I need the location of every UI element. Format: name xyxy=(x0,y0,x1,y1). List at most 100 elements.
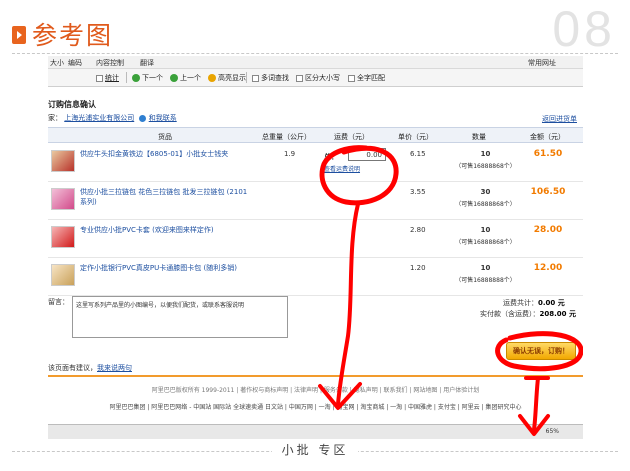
find-close-label: 统计 xyxy=(105,74,119,82)
browser-screenshot: 大小 编码 内容控制 翻译 常用网址 统计 下一个 上一个 高亮显示 多词查找 … xyxy=(48,56,583,439)
browser-status-bar: 65% xyxy=(48,424,583,439)
footer-divider xyxy=(48,375,583,377)
menu-translate[interactable]: 翻译 xyxy=(140,58,154,68)
col-quantity: 数量 xyxy=(472,133,486,141)
find-close-button[interactable]: 统计 xyxy=(96,73,119,83)
table-row: 供应小批三拉链包 花色三拉链包 批发三拉链包 (2101系列) 3.55 30 … xyxy=(48,182,583,220)
product-amount: 106.50 xyxy=(530,187,566,197)
multi-find-label: 多词查找 xyxy=(261,74,289,82)
menu-encoding[interactable]: 编码 xyxy=(68,58,82,68)
menu-favorites[interactable]: 常用网址 xyxy=(528,58,556,68)
menu-content-control[interactable]: 内容控制 xyxy=(96,58,124,68)
pay-total-value: 208.00 元 xyxy=(539,310,576,318)
feedback-row: 该页面有建议，我来说两句 xyxy=(48,363,132,373)
table-header: 货品 总重量（公斤） 运费（元） 单价（元） 数量 金额（元） xyxy=(48,127,583,143)
freight-total: 运费共计：0.00 元 xyxy=(503,298,565,308)
product-qty: 10 xyxy=(480,226,491,234)
case-toggle[interactable]: 区分大小写 xyxy=(296,73,340,83)
group-links[interactable]: 阿里巴巴集团 | 阿里巴巴网络 - 中国站 国际站 全球速卖通 日文站 | 中国… xyxy=(48,402,583,411)
product-link[interactable]: 定作小批银行PVC真皮PU卡通膝图卡包 (随利多销) xyxy=(80,263,250,273)
highlight-button[interactable]: 高亮显示 xyxy=(208,73,246,83)
arrow-down-icon xyxy=(132,74,140,82)
feedback-label: 该页面有建议， xyxy=(48,364,97,372)
col-product: 货品 xyxy=(158,133,172,141)
seller-label: 家： xyxy=(48,114,62,122)
product-available: （可售16888868个） xyxy=(455,163,516,170)
highlight-label: 高亮显示 xyxy=(218,74,246,82)
find-next-button[interactable]: 下一个 xyxy=(132,73,163,83)
freight-label: 总： xyxy=(324,153,338,161)
product-qty: 10 xyxy=(480,150,491,158)
find-next-label: 下一个 xyxy=(142,74,163,82)
confirm-order-button[interactable]: 确认无误，订购！ xyxy=(506,342,576,360)
product-weight: 1.9 xyxy=(284,150,296,158)
pay-total: 实付款（含运费）：208.00 元 xyxy=(480,309,576,319)
checkbox-icon xyxy=(96,74,103,82)
whole-word-label: 全字匹配 xyxy=(357,74,385,82)
separator xyxy=(246,72,247,83)
freight-total-value: 0.00 元 xyxy=(538,299,565,307)
checkbox-icon xyxy=(348,74,355,82)
seller-link[interactable]: 上海光浦实业有限公司 xyxy=(64,114,134,122)
table-row: 专业供应小批PVC卡套 (欢迎来图来样定作) 2.80 10 （可售168888… xyxy=(48,220,583,258)
product-link[interactable]: 供应小批三拉链包 花色三拉链包 批发三拉链包 (2101系列) xyxy=(80,187,250,207)
browser-menu-bar: 大小 编码 内容控制 翻译 常用网址 xyxy=(48,56,583,69)
contact-link[interactable]: 和我联系 xyxy=(149,114,177,122)
feedback-link[interactable]: 我来说两句 xyxy=(97,364,132,372)
product-amount: 61.50 xyxy=(533,149,563,159)
product-price: 2.80 xyxy=(410,226,426,234)
product-qty: 30 xyxy=(480,188,491,196)
table-row: 供应牛头扣金黄铁边【6805-01】小批女士钱夹 1.9 总： 0.00 查看运… xyxy=(48,144,583,182)
product-available: （可售16888868个） xyxy=(455,239,516,246)
order-section-title: 订购信息确认 xyxy=(48,100,96,109)
find-bar: 统计 下一个 上一个 高亮显示 多词查找 区分大小写 全字匹配 xyxy=(48,69,583,87)
copyright-line: 阿里巴巴版权所有 1999-2011 | 著作权与商标声明 | 法律声明 | 服… xyxy=(151,387,480,394)
freight-input[interactable]: 0.00 xyxy=(348,148,386,161)
checkbox-icon xyxy=(252,74,259,82)
product-price: 6.15 xyxy=(410,150,426,158)
product-thumbnail[interactable] xyxy=(51,150,75,172)
product-available: （可售16888888个） xyxy=(455,277,516,284)
contact-icon xyxy=(139,114,147,122)
product-thumbnail[interactable] xyxy=(51,226,75,248)
seller-row: 家： 上海光浦实业有限公司 和我联系 xyxy=(48,113,177,123)
pay-total-label: 实付款（含运费）： xyxy=(480,310,540,318)
multi-find-toggle[interactable]: 多词查找 xyxy=(252,73,289,83)
product-link[interactable]: 供应牛头扣金黄铁边【6805-01】小批女士钱夹 xyxy=(80,149,250,159)
product-available: （可售16888868个） xyxy=(455,201,516,208)
col-unit-price: 单价（元） xyxy=(398,133,433,141)
freight-total-label: 运费共计： xyxy=(503,299,538,307)
col-freight: 运费（元） xyxy=(334,133,369,141)
case-label: 区分大小写 xyxy=(305,74,340,82)
product-thumbnail[interactable] xyxy=(51,188,75,210)
message-textarea[interactable]: 这里写系列产品里的小图编号，以便我们配货，或联系客服说明 xyxy=(72,296,288,338)
col-weight: 总重量（公斤） xyxy=(262,133,311,141)
footer-caption-text: 小批 专区 xyxy=(271,443,359,457)
product-qty: 10 xyxy=(480,264,491,272)
back-to-cart-link[interactable]: 返回进货单 xyxy=(542,114,577,124)
menu-size[interactable]: 大小 xyxy=(50,58,64,68)
checkbox-icon xyxy=(296,74,303,82)
product-link[interactable]: 专业供应小批PVC卡套 (欢迎来图来样定作) xyxy=(80,225,250,235)
product-thumbnail[interactable] xyxy=(51,264,75,286)
product-amount: 28.00 xyxy=(533,225,563,235)
header-marker-icon xyxy=(12,26,26,44)
page-number: 08 xyxy=(552,1,616,57)
header-divider xyxy=(12,53,618,54)
separator xyxy=(126,72,127,83)
whole-word-toggle[interactable]: 全字匹配 xyxy=(348,73,385,83)
find-prev-label: 上一个 xyxy=(180,74,201,82)
message-label: 留言： xyxy=(48,298,69,306)
page-title: 参考图 xyxy=(32,21,114,50)
footer-caption: 小批 专区 xyxy=(0,441,630,458)
highlight-icon xyxy=(208,74,216,82)
arrow-up-icon xyxy=(170,74,178,82)
product-amount: 12.00 xyxy=(533,263,563,273)
product-price: 1.20 xyxy=(410,264,426,272)
freight-help-link[interactable]: 查看运费说明 xyxy=(324,164,360,173)
find-prev-button[interactable]: 上一个 xyxy=(170,73,201,83)
col-amount: 金额（元） xyxy=(530,133,565,141)
table-row: 定作小批银行PVC真皮PU卡通膝图卡包 (随利多销) 1.20 10 （可售16… xyxy=(48,258,583,296)
product-price: 3.55 xyxy=(410,188,426,196)
zoom-level: 65% xyxy=(545,428,559,435)
